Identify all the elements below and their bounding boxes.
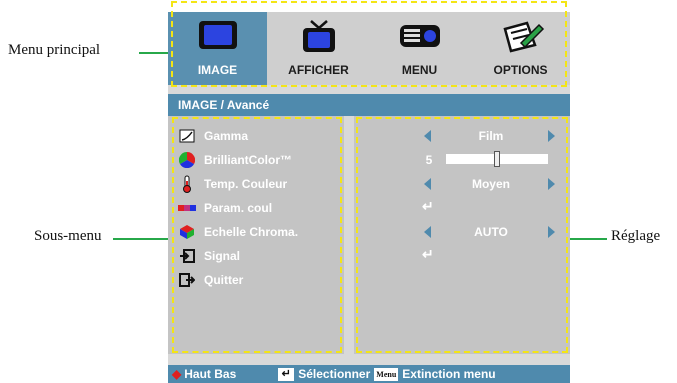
enter-key-icon: ↵ — [278, 367, 295, 381]
callout-menu-principal: Menu principal — [8, 42, 101, 58]
callout-sous-menu: Sous-menu — [34, 228, 102, 244]
callout-reglage: Réglage — [611, 228, 661, 244]
submenu-frame — [172, 117, 342, 353]
footer-exit: Extinction menu — [402, 367, 496, 381]
main-menu-frame — [171, 1, 567, 87]
callout-line — [565, 238, 607, 240]
footer-select: Sélectionner — [298, 367, 371, 381]
footer-nav: Haut Bas — [184, 367, 237, 381]
submenu-header: IMAGE / Avancé — [168, 94, 570, 116]
menu-key-icon: Menu — [374, 367, 399, 381]
osd-menu: IMAGE AFFICHER MENU OPTIONS IMAGE / Avan… — [168, 1, 570, 383]
up-down-icon: ◆ — [172, 367, 182, 381]
callout-line — [113, 238, 173, 240]
settings-frame — [356, 117, 568, 353]
footer-help: ◆ Haut Bas ↵ Sélectionner Menu Extinctio… — [168, 365, 570, 383]
